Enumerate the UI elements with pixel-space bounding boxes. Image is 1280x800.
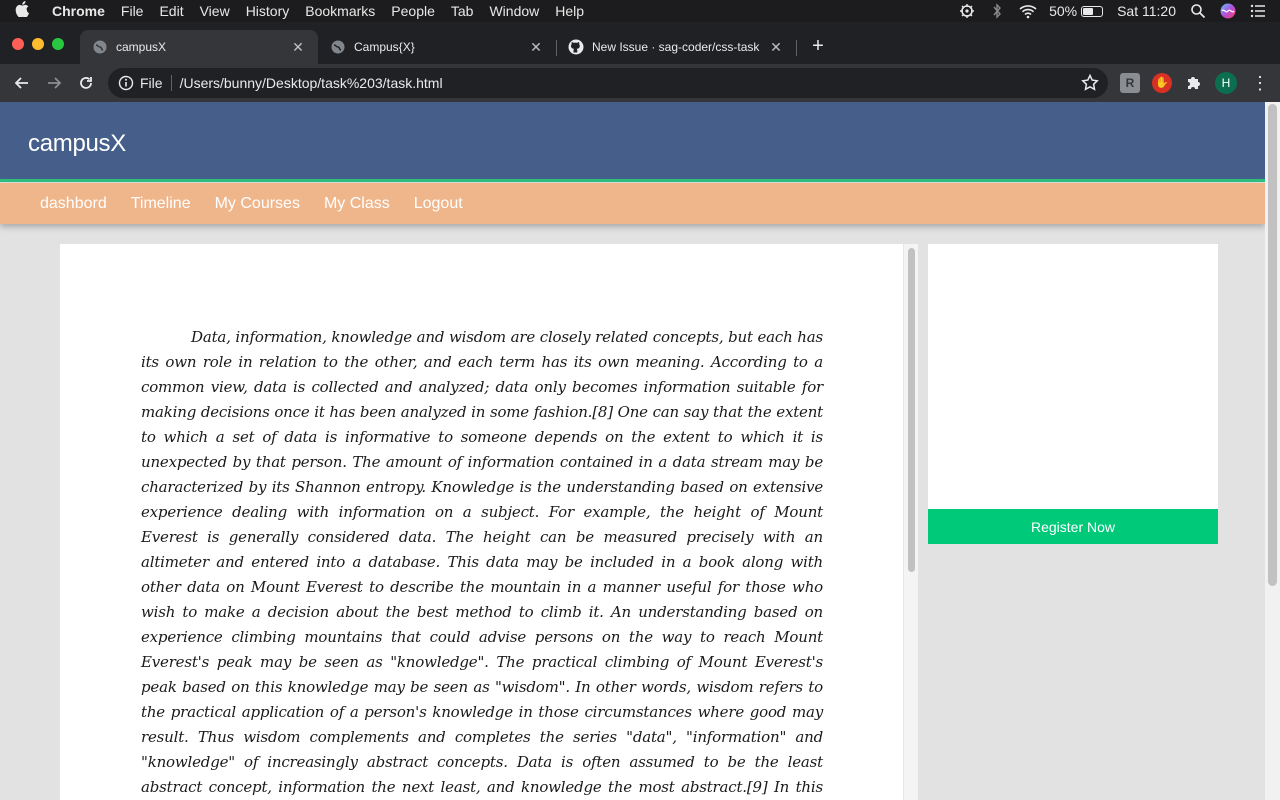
- nav-dashboard-link[interactable]: dashbord: [40, 195, 107, 213]
- menu-view[interactable]: View: [192, 0, 238, 22]
- github-icon: [568, 39, 584, 55]
- content-scrollbar-thumb[interactable]: [908, 248, 915, 572]
- menu-people[interactable]: People: [383, 0, 443, 22]
- nav-my-courses-link[interactable]: My Courses: [215, 195, 300, 213]
- zoom-window-button[interactable]: [52, 38, 64, 50]
- sidebar-panel: [928, 244, 1218, 509]
- menu-edit[interactable]: Edit: [151, 0, 191, 22]
- spotlight-search-icon[interactable]: [1190, 3, 1206, 19]
- extension-r-icon[interactable]: R: [1120, 73, 1140, 93]
- info-icon[interactable]: [118, 75, 134, 91]
- bluetooth-icon[interactable]: [989, 3, 1005, 19]
- battery-status[interactable]: 50%: [1049, 3, 1104, 19]
- article-text: Data, information, knowledge and wisdom …: [141, 328, 823, 796]
- close-tab-icon[interactable]: ✕: [528, 39, 544, 55]
- arrow-right-icon: [48, 77, 62, 89]
- profile-avatar[interactable]: H: [1215, 72, 1237, 94]
- site-brand[interactable]: campusX: [28, 130, 126, 158]
- new-tab-button[interactable]: +: [808, 36, 828, 56]
- nav-timeline-link[interactable]: Timeline: [131, 195, 191, 213]
- battery-level-fill: [1083, 7, 1094, 15]
- address-bar[interactable]: File /Users/bunny/Desktop/task%203/task.…: [108, 68, 1108, 98]
- nav-my-class-link[interactable]: My Class: [324, 195, 390, 213]
- bookmark-star-icon[interactable]: [1080, 73, 1100, 93]
- content-scrollbar[interactable]: [903, 244, 918, 800]
- menu-window[interactable]: Window: [481, 0, 547, 22]
- tab-github-new-issue[interactable]: New Issue · sag-coder/css-task ✕: [556, 30, 796, 64]
- tab-campusx[interactable]: campusX ✕: [80, 30, 318, 64]
- page-scrollbar[interactable]: [1265, 102, 1280, 800]
- register-now-button[interactable]: Register Now: [928, 509, 1218, 544]
- close-tab-icon[interactable]: ✕: [768, 39, 784, 55]
- window-controls: [12, 38, 64, 50]
- reload-icon: [80, 77, 92, 89]
- minimize-window-button[interactable]: [32, 38, 44, 50]
- globe-icon: [92, 39, 108, 55]
- reload-button[interactable]: [70, 67, 102, 99]
- browser-tab-strip: campusX ✕ Campus{X} ✕ New Issue · sag-co…: [0, 22, 1280, 64]
- tab-campus-x-2[interactable]: Campus{X} ✕: [318, 30, 556, 64]
- control-center-icon[interactable]: [1250, 3, 1266, 19]
- menu-help[interactable]: Help: [547, 0, 592, 22]
- wifi-icon[interactable]: [1019, 3, 1037, 19]
- apple-icon[interactable]: [0, 1, 44, 21]
- menu-tab[interactable]: Tab: [443, 0, 482, 22]
- tab-title: campusX: [116, 40, 167, 54]
- globe-icon: [330, 39, 346, 55]
- main-content-panel: Data, information, knowledge and wisdom …: [60, 244, 903, 800]
- tab-title: Campus{X}: [354, 40, 415, 54]
- menu-bookmarks[interactable]: Bookmarks: [297, 0, 383, 22]
- forward-button[interactable]: [38, 67, 70, 99]
- tab-separator: [796, 40, 797, 56]
- back-button[interactable]: [6, 67, 38, 99]
- arrow-left-icon: [14, 77, 28, 89]
- siri-icon[interactable]: [1220, 3, 1236, 19]
- close-tab-icon[interactable]: ✕: [290, 39, 306, 55]
- browser-toolbar: File /Users/bunny/Desktop/task%203/task.…: [0, 64, 1280, 102]
- extensions-puzzle-icon[interactable]: [1184, 73, 1204, 93]
- battery-percent: 50%: [1049, 3, 1078, 19]
- ship-wheel-icon[interactable]: [959, 3, 975, 19]
- close-window-button[interactable]: [12, 38, 24, 50]
- kebab-menu-icon[interactable]: ⋮: [1250, 73, 1270, 93]
- url-scheme-label: File: [140, 75, 172, 91]
- menu-file[interactable]: File: [113, 0, 152, 22]
- adblock-extension-icon[interactable]: ✋: [1152, 73, 1172, 93]
- tab-title: New Issue · sag-coder/css-task: [592, 40, 760, 54]
- url-text[interactable]: /Users/bunny/Desktop/task%203/task.html: [180, 75, 1080, 91]
- nav-logout-link[interactable]: Logout: [414, 195, 463, 213]
- macos-menubar: Chrome File Edit View History Bookmarks …: [0, 0, 1280, 22]
- battery-icon: [1081, 5, 1104, 17]
- page-scrollbar-thumb[interactable]: [1268, 104, 1277, 586]
- menu-app-name[interactable]: Chrome: [44, 0, 113, 22]
- page-viewport: campusX dashbord Timeline My Courses My …: [0, 102, 1280, 800]
- site-header: campusX: [0, 102, 1265, 182]
- site-nav: dashbord Timeline My Courses My Class Lo…: [0, 183, 1265, 224]
- menu-history[interactable]: History: [238, 0, 298, 22]
- menubar-clock[interactable]: Sat 11:20: [1117, 3, 1176, 19]
